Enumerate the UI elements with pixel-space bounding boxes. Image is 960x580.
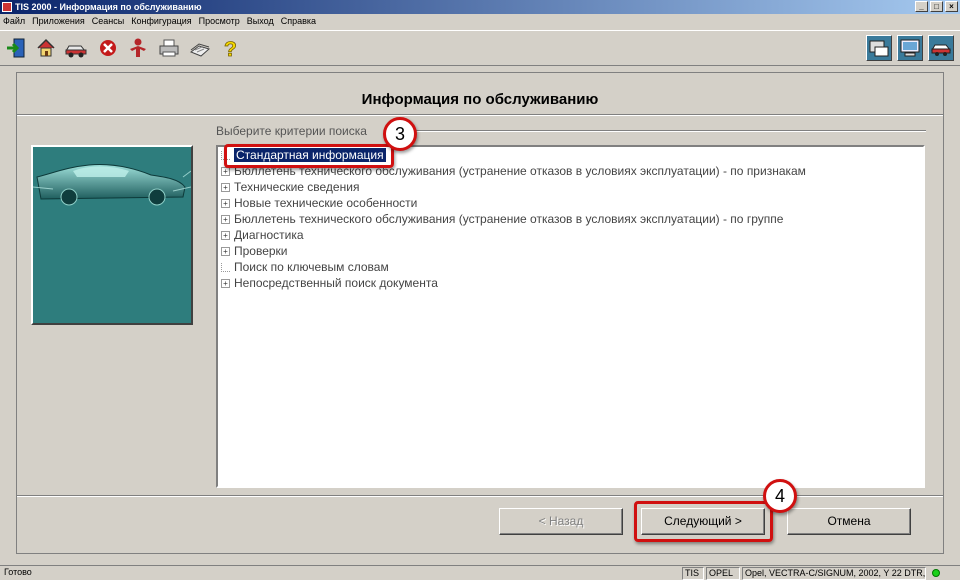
maximize-button[interactable]: □ [930, 1, 943, 12]
cancel-button[interactable]: Отмена [787, 508, 911, 535]
exit-icon[interactable] [4, 36, 28, 60]
expand-icon[interactable]: + [221, 198, 230, 208]
stop-icon[interactable] [96, 36, 120, 60]
tree-item-label: Поиск по ключевым словам [234, 260, 389, 274]
app-icon [2, 2, 12, 12]
back-button[interactable]: < Назад [499, 508, 623, 535]
tree-leaf-connector [221, 262, 230, 272]
menu-view[interactable]: Просмотр [199, 16, 240, 26]
status-bar: Готово TIS OPEL Opel, VECTRA-C/SIGNUM, 2… [0, 565, 960, 580]
tree-item[interactable]: + Бюллетень технического обслуживания (у… [221, 211, 783, 227]
expand-icon[interactable]: + [221, 182, 230, 192]
page-title: Информация по обслуживанию [361, 91, 599, 108]
tree-item[interactable]: + Новые технические особенности [221, 195, 417, 211]
printer-icon[interactable] [157, 36, 181, 60]
expand-icon[interactable]: + [221, 214, 230, 224]
car-image [31, 145, 193, 325]
criteria-label: Выберите критерии поиска [216, 124, 367, 138]
tree-item[interactable]: Поиск по ключевым словам [221, 259, 389, 275]
expand-icon[interactable]: + [221, 246, 230, 256]
tree-item-label: Непосредственный поиск документа [234, 276, 438, 290]
tree-item-label: Проверки [234, 244, 288, 258]
footer-divider [17, 495, 943, 497]
menu-bar: Файл Приложения Сеансы Конфигурация Прос… [0, 14, 960, 28]
menu-exit[interactable]: Выход [247, 16, 274, 26]
status-make: OPEL [706, 567, 740, 580]
tree-item-label: Технические сведения [234, 180, 360, 194]
svg-text:?: ? [224, 38, 237, 59]
title-divider [17, 114, 943, 116]
diagnostics-icon[interactable] [866, 35, 892, 61]
help-icon[interactable]: ? [218, 36, 242, 60]
tree-item-label: Новые технические особенности [234, 196, 418, 210]
menu-help[interactable]: Справка [281, 16, 316, 26]
status-vehicle: Opel, VECTRA-C/SIGNUM, 2002, Y 22 DTR, 5… [742, 567, 926, 580]
criteria-divider [389, 130, 926, 132]
annotation-highlight-next-button [634, 501, 773, 542]
menu-applications[interactable]: Приложения [32, 16, 85, 26]
toolbar: ? [0, 30, 960, 66]
annotation-highlight-selected-item [224, 144, 394, 168]
tree-item-label: Диагностика [234, 228, 304, 242]
vehicle-icon[interactable] [928, 35, 954, 61]
menu-sessions[interactable]: Сеансы [92, 16, 124, 26]
tree-item[interactable]: + Диагностика [221, 227, 304, 243]
status-text: Готово [4, 567, 32, 577]
main-panel: Информация по обслуживанию Выберите крит… [16, 72, 944, 554]
close-button[interactable]: × [945, 1, 958, 12]
expand-icon[interactable]: + [221, 230, 230, 240]
menu-file[interactable]: Файл [3, 16, 25, 26]
minimize-button[interactable]: _ [915, 1, 928, 12]
search-criteria-tree[interactable]: Стандартная информация + Бюллетень техни… [216, 145, 925, 488]
annotation-step-badge: 4 [763, 479, 797, 513]
tree-item-label: Бюллетень технического обслуживания (уст… [234, 212, 784, 226]
expand-icon[interactable]: + [221, 278, 230, 288]
menu-configuration[interactable]: Конфигурация [131, 16, 191, 26]
connection-status-icon [932, 569, 940, 577]
tree-item[interactable]: + Технические сведения [221, 179, 359, 195]
home-icon[interactable] [34, 36, 58, 60]
car-illustration [33, 164, 191, 206]
display-icon[interactable] [897, 35, 923, 61]
status-app: TIS [682, 567, 704, 580]
window-title: TIS 2000 - Информация по обслуживанию [15, 2, 202, 12]
book-icon[interactable] [188, 36, 212, 60]
tree-item[interactable]: + Непосредственный поиск документа [221, 275, 438, 291]
title-bar: TIS 2000 - Информация по обслуживанию _ … [0, 0, 960, 14]
annotation-step-badge: 3 [383, 117, 417, 151]
person-icon[interactable] [126, 36, 150, 60]
car-icon[interactable] [64, 36, 88, 60]
tree-item[interactable]: + Проверки [221, 243, 288, 259]
